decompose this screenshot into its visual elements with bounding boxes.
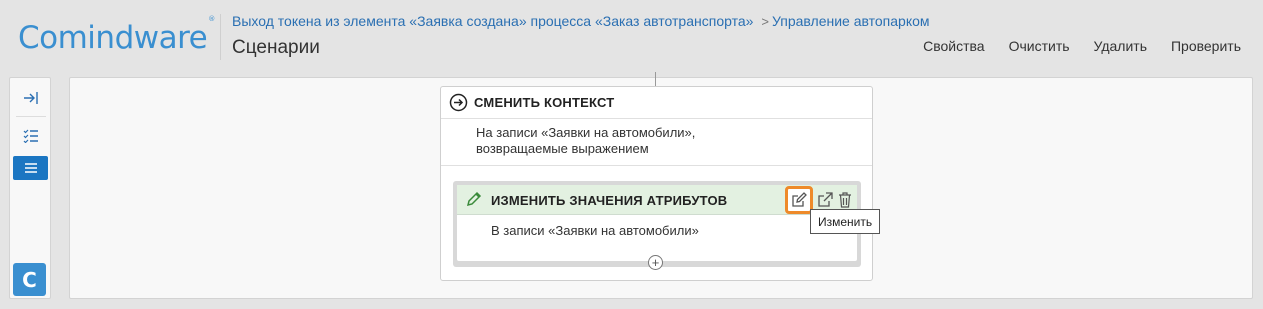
left-toolbar: C — [9, 77, 51, 299]
change-attributes-description: В записи «Заявки на автомобили» — [491, 223, 699, 238]
toolbar-divider — [16, 116, 46, 117]
header-actions: Свойства Очистить Удалить Проверить — [923, 38, 1241, 54]
list-button[interactable] — [13, 156, 48, 180]
breadcrumb: Выход токена из элемента «Заявка создана… — [232, 13, 930, 29]
logo-registered-mark: ® — [208, 14, 215, 23]
external-link-icon — [818, 192, 833, 207]
checklist-button[interactable] — [13, 124, 48, 148]
breadcrumb-item-process[interactable]: Выход токена из элемента «Заявка создана… — [232, 13, 753, 29]
clear-button[interactable]: Очистить — [1009, 38, 1070, 54]
change-attributes-block[interactable]: ИЗМЕНИТЬ ЗНАЧЕНИЯ АТРИБУТОВ В записи «За… — [457, 185, 857, 261]
change-context-description: На записи «Заявки на автомобили», возвра… — [476, 125, 776, 157]
add-step-button[interactable]: + — [648, 255, 663, 270]
breadcrumb-separator: > — [761, 14, 769, 29]
change-context-title: СМЕНИТЬ КОНТЕКСТ — [474, 95, 615, 110]
properties-button[interactable]: Свойства — [923, 38, 984, 54]
open-button[interactable] — [814, 189, 836, 211]
change-context-block[interactable]: СМЕНИТЬ КОНТЕКСТ На записи «Заявки на ав… — [440, 86, 873, 281]
trash-icon — [839, 192, 851, 208]
edit-button[interactable] — [785, 186, 813, 214]
checklist-icon — [23, 129, 38, 143]
header: Comindware® Выход токена из элемента «За… — [0, 0, 1263, 72]
connector-line — [655, 72, 656, 86]
logo-text: Comindware — [18, 20, 208, 56]
pencil-icon — [465, 190, 483, 213]
arrow-circle-icon — [449, 93, 468, 117]
logo[interactable]: Comindware® — [18, 15, 215, 56]
collapse-right-icon — [23, 92, 38, 104]
edit-tooltip: Изменить — [810, 209, 881, 234]
block-divider — [441, 165, 872, 166]
breadcrumb-item-app[interactable]: Управление автопарком — [772, 13, 930, 29]
collapse-button[interactable] — [13, 86, 48, 110]
validate-button[interactable]: Проверить — [1171, 38, 1241, 54]
delete-button[interactable]: Удалить — [1094, 38, 1147, 54]
change-attributes-header: ИЗМЕНИТЬ ЗНАЧЕНИЯ АТРИБУТОВ — [457, 185, 857, 215]
change-context-description-line: На записи «Заявки на автомобили», — [476, 125, 696, 140]
list-icon — [24, 163, 37, 173]
change-attributes-title: ИЗМЕНИТЬ ЗНАЧЕНИЯ АТРИБУТОВ — [491, 193, 728, 208]
change-context-description-line: возвращаемые выражением — [476, 141, 649, 156]
page-title: Сценарии — [232, 37, 320, 58]
delete-action-button[interactable] — [834, 189, 856, 211]
header-divider — [220, 14, 221, 60]
app-button[interactable]: C — [13, 263, 46, 296]
change-context-header: СМЕНИТЬ КОНТЕКСТ — [441, 87, 872, 119]
edit-icon — [792, 192, 807, 207]
